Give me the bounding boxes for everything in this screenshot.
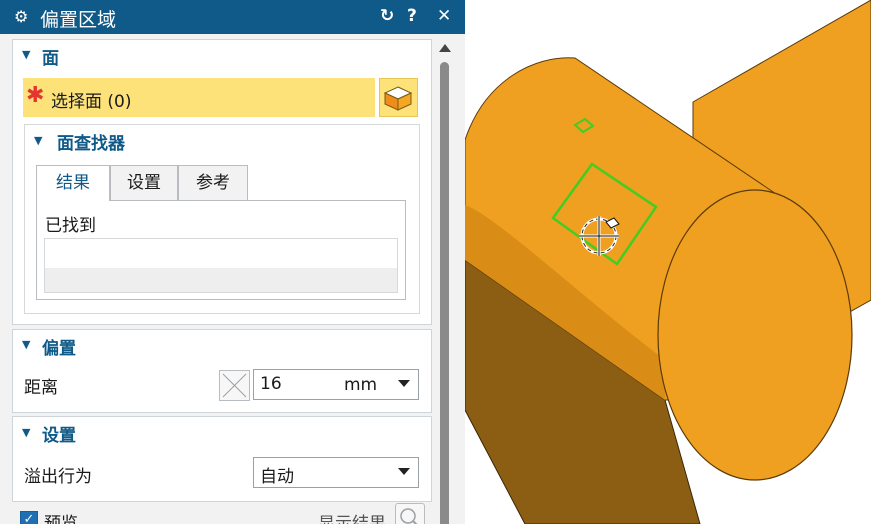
face-select-icon	[383, 86, 413, 111]
model-3d-view[interactable]	[465, 0, 871, 524]
scroll-up-icon[interactable]	[439, 44, 451, 52]
select-face-label: 选择面 (0)	[51, 92, 132, 112]
distance-label: 距离	[24, 378, 58, 398]
distance-toggle-icon	[222, 373, 247, 398]
settings-section-collapse-icon[interactable]: ▼	[22, 426, 30, 439]
settings-section-title[interactable]: 设置	[42, 421, 76, 446]
found-faces-list[interactable]	[44, 238, 398, 293]
face-section-collapse-icon[interactable]: ▼	[22, 48, 30, 61]
found-label: 已找到	[45, 216, 96, 236]
chevron-down-icon[interactable]	[398, 380, 410, 387]
close-icon[interactable]: ✕	[437, 6, 451, 26]
show-result-button[interactable]	[395, 503, 425, 524]
list-item	[45, 268, 397, 292]
offset-section-title[interactable]: 偏置	[42, 334, 76, 359]
distance-input[interactable]: 16 mm	[253, 369, 419, 400]
checkbox-check-icon: ✓	[23, 512, 35, 524]
tab-reference[interactable]: 参考	[178, 165, 248, 201]
overflow-behavior-value: 自动	[260, 467, 294, 487]
overflow-behavior-label: 溢出行为	[24, 467, 92, 487]
face-select-button[interactable]	[379, 78, 418, 117]
preview-label: 预览	[44, 514, 78, 524]
tab-results[interactable]: 结果	[36, 165, 110, 201]
scrollbar-thumb[interactable]	[440, 62, 449, 524]
face-finder-title[interactable]: 面查找器	[57, 129, 125, 154]
active-tab-joiner	[37, 199, 109, 201]
distance-toggle-button[interactable]	[219, 370, 250, 401]
overflow-behavior-select[interactable]: 自动	[253, 457, 419, 488]
dialog-title: 偏置区域	[40, 9, 117, 31]
face-section-title[interactable]: 面	[42, 44, 59, 69]
required-star-icon: ✱	[26, 83, 45, 108]
graphics-viewport[interactable]	[465, 0, 871, 524]
dialog-titlebar: ⚙ 偏置区域 ↻ ? ✕	[0, 0, 465, 34]
show-result-label: 显示结果	[318, 514, 386, 524]
tab-settings[interactable]: 设置	[110, 165, 178, 201]
reset-icon[interactable]: ↻	[380, 6, 394, 26]
distance-unit: mm	[344, 375, 378, 395]
dialog-scrollbar[interactable]	[437, 40, 453, 524]
gear-icon[interactable]: ⚙	[14, 7, 28, 26]
distance-value: 16	[260, 374, 282, 394]
help-icon[interactable]: ?	[407, 6, 417, 26]
preview-checkbox[interactable]: ✓	[20, 511, 38, 524]
chevron-down-icon[interactable]	[398, 468, 410, 475]
face-finder-collapse-icon[interactable]: ▼	[34, 134, 42, 147]
show-result-icon	[400, 508, 418, 524]
offset-region-dialog: ⚙ 偏置区域 ↻ ? ✕ ▼ 面 ✱ 选择面 (0) ▼ 面查找器 结果 设置 …	[0, 0, 465, 524]
select-face-row[interactable]: ✱ 选择面 (0)	[23, 78, 375, 117]
offset-section-collapse-icon[interactable]: ▼	[22, 338, 30, 351]
